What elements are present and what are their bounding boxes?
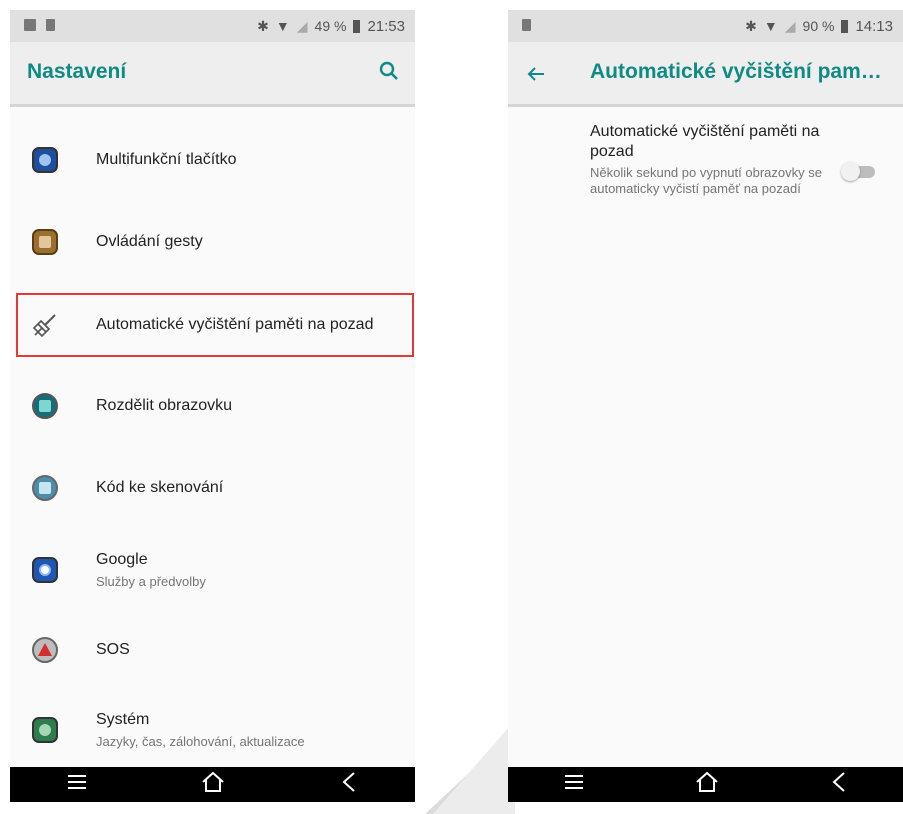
signal-icon: ◢ [784, 17, 796, 34]
settings-item-multifunction-button[interactable]: Multifunkční tlačítko [10, 130, 415, 190]
wifi-icon: ▼ [275, 18, 290, 34]
bluetooth-icon: ✱ [257, 17, 269, 34]
setting-summary: Několik sekund po vypnutí obrazovky se a… [590, 165, 822, 196]
google-icon [32, 557, 58, 583]
app-bar: Automatické vyčištění pam… [508, 42, 903, 107]
app-bar: Nastavení [10, 42, 415, 107]
sos-icon [32, 637, 58, 663]
item-label: Multifunkční tlačítko [96, 151, 237, 168]
page-curl-decoration [425, 720, 515, 814]
navigation-bar [508, 767, 903, 802]
settings-item-sos[interactable]: SOS [10, 620, 415, 680]
gesture-control-icon [32, 229, 58, 255]
settings-item-scan-code[interactable]: Kód ke skenování [10, 458, 415, 518]
navigation-bar [10, 767, 415, 802]
left-phone-screen: ✱ ▼ ◢ 49 % 21:53 Nastavení Multifunkční … [10, 10, 415, 802]
settings-item-gesture-control[interactable]: Ovládání gesty [10, 212, 415, 272]
back-arrow-icon[interactable] [526, 64, 546, 89]
status-bar: ✱ ▼ ◢ 90 % 14:13 [508, 10, 903, 42]
image-notification-icon [24, 19, 36, 31]
auto-clean-toggle[interactable] [841, 162, 877, 181]
split-screen-icon [32, 393, 58, 419]
battery-icon [353, 19, 361, 33]
item-label: Ovládání gesty [96, 233, 203, 250]
settings-item-google[interactable]: Google Služby a předvolby [10, 540, 415, 600]
battery-percent: 49 % [314, 18, 347, 34]
item-label: Google [96, 551, 148, 568]
settings-item-system[interactable]: Systém Jazyky, čas, zálohování, aktualiz… [10, 700, 415, 760]
item-label: SOS [96, 641, 130, 658]
sim-card-icon [522, 19, 531, 31]
system-icon [32, 717, 58, 743]
sim-card-icon [46, 19, 55, 31]
menu-icon[interactable] [66, 772, 88, 797]
item-summary: Jazyky, čas, zálohování, aktualizace [96, 734, 305, 749]
item-summary: Služby a předvolby [96, 574, 206, 589]
battery-icon [841, 19, 849, 33]
bluetooth-icon: ✱ [745, 17, 757, 34]
home-icon[interactable] [200, 770, 226, 799]
auto-memory-clean-setting[interactable]: Automatické vyčištění paměti na pozad Ně… [590, 122, 825, 197]
clock: 21:53 [367, 17, 405, 35]
item-label: Kód ke skenování [96, 479, 224, 496]
status-bar: ✱ ▼ ◢ 49 % 21:53 [10, 10, 415, 42]
settings-item-split-screen[interactable]: Rozdělit obrazovku [10, 376, 415, 436]
wifi-icon: ▼ [763, 18, 778, 34]
highlight-box [16, 293, 414, 357]
item-label: Rozdělit obrazovku [96, 397, 233, 414]
clock: 14:13 [855, 17, 893, 35]
menu-icon[interactable] [563, 772, 585, 797]
setting-title: Automatické vyčištění paměti na pozad [590, 123, 820, 160]
page-title: Nastavení [27, 60, 127, 83]
back-icon[interactable] [829, 770, 849, 799]
scan-code-icon [32, 475, 58, 501]
item-label: Systém [96, 711, 150, 728]
home-icon[interactable] [694, 770, 720, 799]
right-phone-screen: ✱ ▼ ◢ 90 % 14:13 Automatické vyčištění p… [508, 10, 903, 802]
signal-icon: ◢ [296, 17, 308, 34]
search-icon[interactable] [379, 61, 399, 86]
battery-percent: 90 % [802, 18, 835, 34]
multifunction-button-icon [32, 147, 58, 173]
back-icon[interactable] [339, 770, 359, 799]
page-title: Automatické vyčištění pam… [590, 60, 882, 83]
